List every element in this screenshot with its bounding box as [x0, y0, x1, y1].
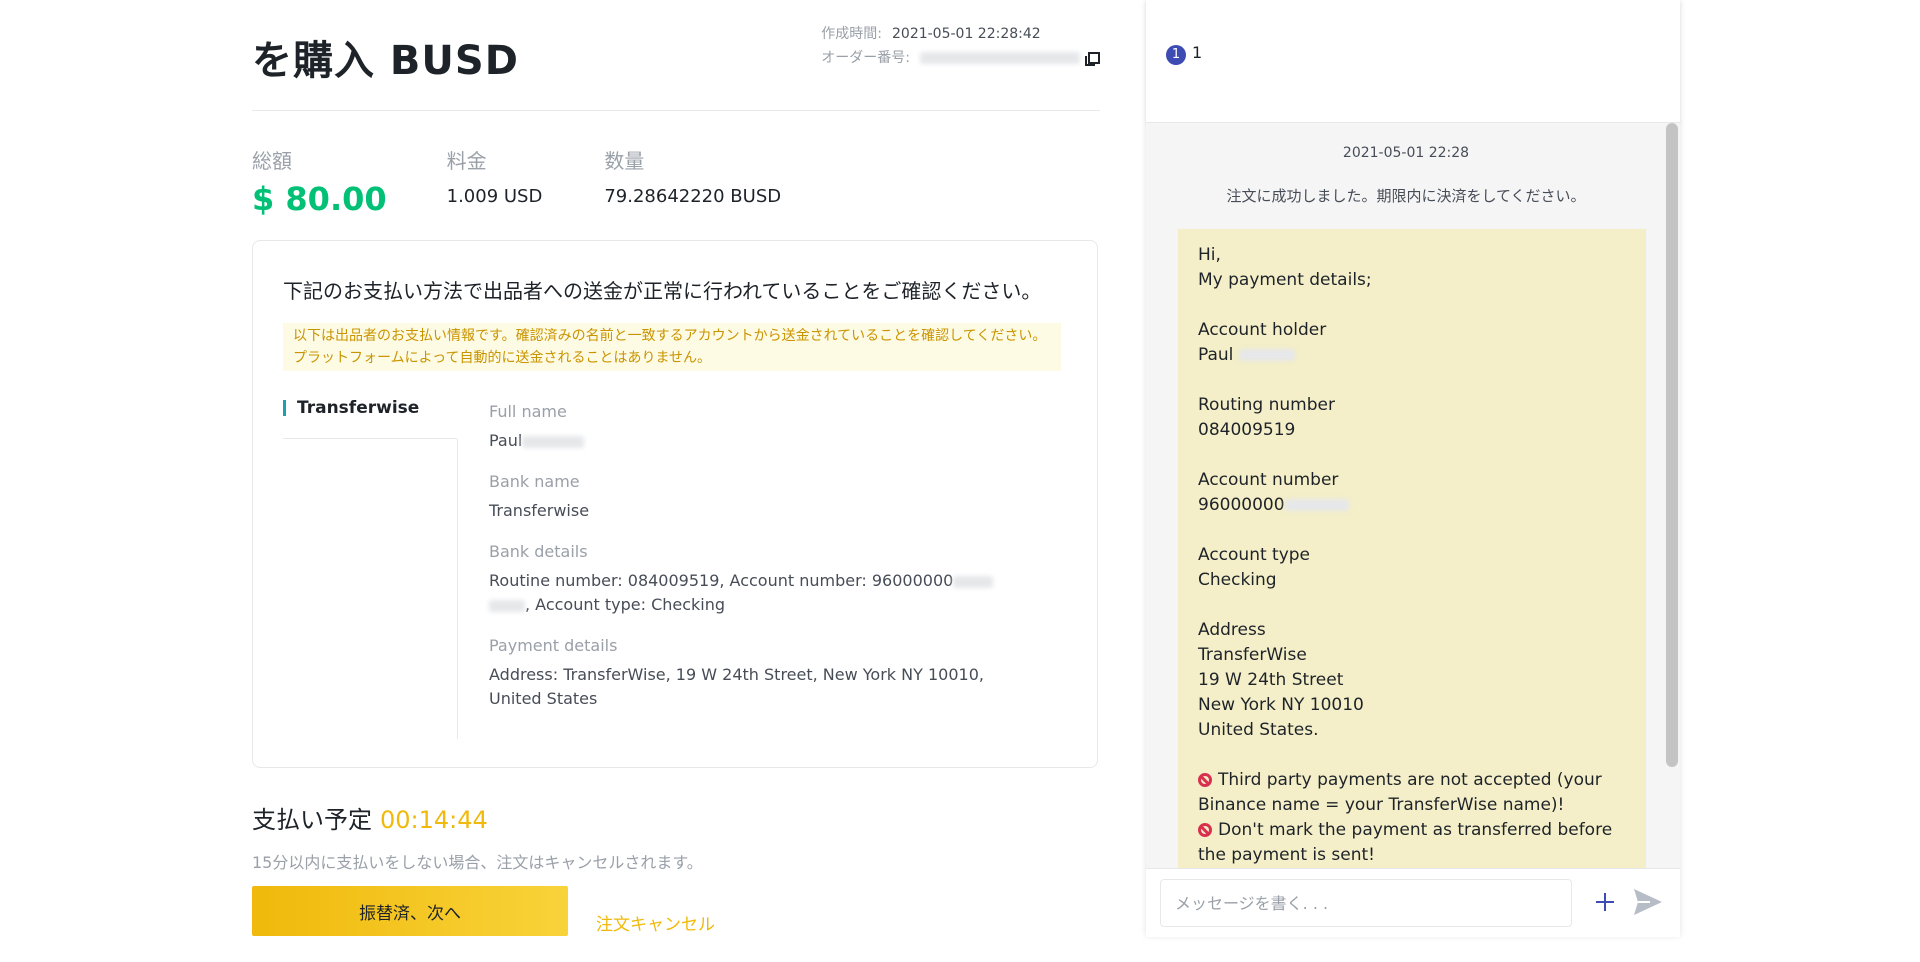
order-number-redacted — [920, 52, 1080, 64]
chat-panel: 1 1 2021-05-01 22:28 注文に成功しました。期限内に決済をして… — [1146, 0, 1680, 937]
payment-details-value: Address: TransferWise, 19 W 24th Street,… — [489, 665, 984, 708]
payment-method-card: 下記のお支払い方法で出品者への送金が正常に行われていることをご確認ください。 以… — [252, 240, 1098, 768]
order-header: を購入 BUSD 作成時間: 2021-05-01 22:28:42 オーダー番… — [252, 0, 1100, 111]
send-icon[interactable] — [1632, 887, 1664, 917]
order-number-label: オーダー番号: — [821, 50, 910, 66]
msg-warning-2-text: Don't mark the payment as transferred be… — [1198, 820, 1613, 865]
msg-holder-text: Paul — [1198, 345, 1234, 365]
chat-scrollbar[interactable] — [1666, 123, 1678, 767]
msg-warning-1-text: Third party payments are not accepted (y… — [1198, 770, 1602, 815]
msg-holder-value: Paul — [1198, 343, 1626, 368]
msg-account-label: Account number — [1198, 470, 1339, 490]
badge-count-text: 1 — [1192, 43, 1203, 62]
full-name-label: Full name — [489, 402, 567, 421]
payment-due: 支払い予定 00:14:44 15分以内に支払いをしない場合、注文はキャンセルされ… — [252, 800, 703, 873]
quantity-amount: 数量 79.28642220 BUSD — [604, 145, 781, 217]
divider — [457, 439, 458, 739]
payment-details-field: Payment details Address: TransferWise, 1… — [489, 635, 1009, 711]
bank-account-redacted-a — [953, 575, 994, 588]
fee-amount: 料金 1.009 USD — [447, 145, 543, 217]
bank-name-field: Bank name Transferwise — [489, 471, 1009, 523]
full-name-text: Paul — [489, 431, 523, 450]
msg-warning-1: Third party payments are not accepted (y… — [1198, 768, 1626, 818]
quantity-label: 数量 — [604, 149, 645, 173]
order-meta: 作成時間: 2021-05-01 22:28:42 オーダー番号: — [821, 22, 1100, 70]
msg-account-text: 96000000 — [1198, 495, 1285, 515]
bank-details-value: Routine number: 084009519, Account numbe… — [489, 569, 1009, 617]
prohibited-icon — [1198, 773, 1212, 787]
bank-name-value: Transferwise — [489, 501, 590, 520]
chat-message-bubble: Hi, My payment details; Account holder P… — [1178, 229, 1646, 868]
order-panel: を購入 BUSD 作成時間: 2021-05-01 22:28:42 オーダー番… — [252, 0, 1100, 936]
bank-details-text-a: Routine number: 084009519, Account numbe… — [489, 571, 954, 590]
bank-details-text-b: , Account type: Checking — [525, 595, 726, 614]
payment-due-label: 支払い予定 — [252, 806, 372, 834]
tab-active-indicator — [283, 400, 286, 416]
msg-address-4: United States. — [1198, 720, 1319, 740]
created-time-label: 作成時間: — [821, 26, 882, 42]
tab-transferwise-label: Transferwise — [297, 398, 420, 418]
chat-input-bar — [1146, 868, 1680, 937]
full-name-redacted — [522, 435, 585, 448]
payment-warning: 以下は出品者のお支払い情報です。確認済みの名前と一致するアカウントから送金されて… — [283, 323, 1061, 371]
chat-date: 2021-05-01 22:28 — [1342, 145, 1470, 161]
msg-account-redacted — [1284, 499, 1349, 511]
transferred-next-button[interactable]: 振替済、次へ — [252, 886, 568, 936]
system-message: 注文に成功しました。期限内に決済をしてください。 — [1226, 187, 1586, 205]
msg-greeting: Hi, — [1198, 245, 1221, 265]
tab-transferwise[interactable]: Transferwise — [283, 396, 457, 439]
full-name-field: Full name Paul — [489, 401, 1009, 453]
page-title: を購入 BUSD — [252, 38, 519, 84]
created-time-value: 2021-05-01 22:28:42 — [892, 26, 1041, 42]
bank-name-label: Bank name — [489, 472, 580, 491]
payment-notice: 下記のお支払い方法で出品者への送金が正常に行われていることをご確認ください。 — [283, 279, 1042, 303]
msg-holder-label: Account holder — [1198, 320, 1327, 340]
total-label: 総額 — [252, 149, 292, 173]
msg-address-label: Address — [1198, 620, 1266, 640]
msg-holder-redacted — [1238, 349, 1295, 361]
chat-messages[interactable]: 2021-05-01 22:28 注文に成功しました。期限内に決済をしてください… — [1146, 123, 1680, 868]
created-time-row: 作成時間: 2021-05-01 22:28:42 — [821, 22, 1100, 46]
payment-details-label: Payment details — [489, 636, 618, 655]
full-name-value: Paul — [489, 429, 1009, 453]
fee-value: 1.009 USD — [446, 186, 543, 207]
msg-routing-value: 084009519 — [1198, 420, 1296, 440]
cancel-order-link[interactable]: 注文キャンセル — [596, 910, 715, 935]
msg-account-value: 96000000 — [1198, 493, 1626, 518]
message-input[interactable] — [1160, 879, 1572, 927]
payment-fields: Full name Paul Bank name Transferwise Ba… — [489, 401, 1009, 729]
chat-header: 1 1 — [1146, 0, 1680, 123]
quantity-value: 79.28642220 BUSD — [604, 186, 782, 207]
bank-account-redacted-b — [489, 599, 525, 612]
msg-address-2: 19 W 24th Street — [1198, 670, 1344, 690]
prohibited-icon — [1198, 823, 1212, 837]
msg-address-3: New York NY 10010 — [1198, 695, 1364, 715]
msg-intro: My payment details; — [1198, 270, 1372, 290]
msg-type-label: Account type — [1198, 545, 1311, 565]
order-number-row: オーダー番号: — [821, 46, 1100, 70]
total-value: $ 80.00 — [252, 180, 387, 218]
msg-warning-2: Don't mark the payment as transferred be… — [1198, 818, 1626, 868]
copy-icon[interactable] — [1085, 52, 1100, 66]
msg-address-1: TransferWise — [1198, 645, 1307, 665]
bank-details-label: Bank details — [489, 542, 588, 561]
payment-due-subtext: 15分以内に支払いをしない場合、注文はキャンセルされます。 — [252, 853, 703, 872]
bank-details-field: Bank details Routine number: 084009519, … — [489, 541, 1009, 617]
payment-due-title: 支払い予定 00:14:44 — [252, 800, 703, 835]
fee-label: 料金 — [446, 149, 487, 173]
count-badge: 1 — [1166, 45, 1186, 65]
msg-type-value: Checking — [1198, 570, 1277, 590]
countdown-timer: 00:14:44 — [380, 806, 488, 834]
order-amounts: 総額 $ 80.00 料金 1.009 USD 数量 79.28642220 B… — [252, 111, 1100, 218]
plus-icon[interactable] — [1594, 891, 1616, 913]
msg-routing-label: Routing number — [1198, 395, 1335, 415]
total-amount: 総額 $ 80.00 — [252, 145, 387, 218]
